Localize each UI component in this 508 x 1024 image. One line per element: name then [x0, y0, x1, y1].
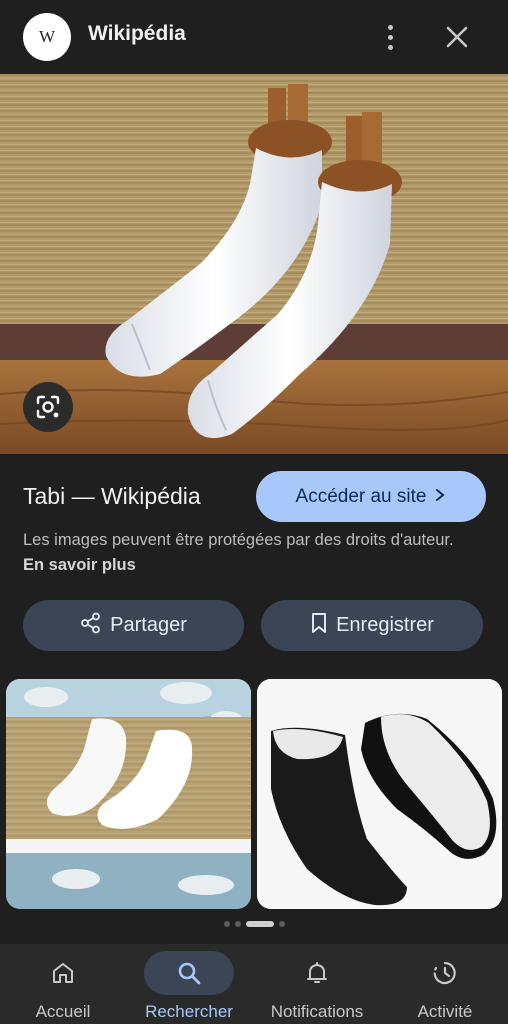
- search-icon: [144, 951, 234, 995]
- nav-search[interactable]: Rechercher: [144, 944, 234, 1024]
- copyright-notice: Les images peuvent être protégées par de…: [23, 528, 463, 578]
- chevron-right-icon: [434, 486, 446, 508]
- learn-more-link[interactable]: En savoir plus: [23, 556, 136, 574]
- share-icon: [80, 612, 102, 640]
- nav-search-label: Rechercher: [145, 1002, 233, 1021]
- close-icon[interactable]: [440, 20, 474, 54]
- top-bar: W Wikipédia: [0, 0, 508, 74]
- logo-letter: W: [38, 27, 56, 46]
- home-icon: [18, 951, 108, 995]
- save-button[interactable]: Enregistrer: [261, 600, 483, 651]
- wikipedia-logo[interactable]: W: [23, 13, 71, 61]
- nav-activity[interactable]: Activité: [400, 944, 490, 1024]
- history-icon: [400, 951, 490, 995]
- copyright-text: Les images peuvent être protégées par de…: [23, 531, 454, 549]
- share-button[interactable]: Partager: [23, 600, 244, 651]
- nav-activity-label: Activité: [417, 1002, 473, 1021]
- pager-dot: [223, 921, 230, 927]
- save-label: Enregistrer: [336, 614, 434, 636]
- bookmark-icon: [310, 612, 328, 640]
- visit-site-button[interactable]: Accéder au site: [256, 471, 486, 522]
- site-title[interactable]: Wikipédia: [88, 22, 186, 46]
- pager-dot: [234, 921, 241, 927]
- nav-home-label: Accueil: [35, 1002, 91, 1021]
- pager-dot: [278, 921, 285, 927]
- google-lens-icon[interactable]: [23, 382, 73, 432]
- nav-notifications-label: Notifications: [270, 1002, 364, 1021]
- nav-notifications[interactable]: Notifications: [270, 944, 364, 1024]
- related-image-1[interactable]: [6, 679, 251, 909]
- main-image[interactable]: [0, 74, 508, 454]
- carousel-indicator: [0, 921, 508, 927]
- result-title: Tabi — Wikipédia: [23, 483, 201, 509]
- visit-site-label: Accéder au site: [295, 485, 427, 507]
- nav-home[interactable]: Accueil: [18, 944, 108, 1024]
- bottom-navigation: Accueil Rechercher Notifications Activit…: [0, 944, 508, 1024]
- bell-icon: [272, 951, 362, 995]
- share-label: Partager: [110, 614, 187, 636]
- related-image-2[interactable]: [257, 679, 502, 909]
- pager-dot-active: [245, 921, 274, 927]
- more-options-icon[interactable]: [374, 18, 406, 56]
